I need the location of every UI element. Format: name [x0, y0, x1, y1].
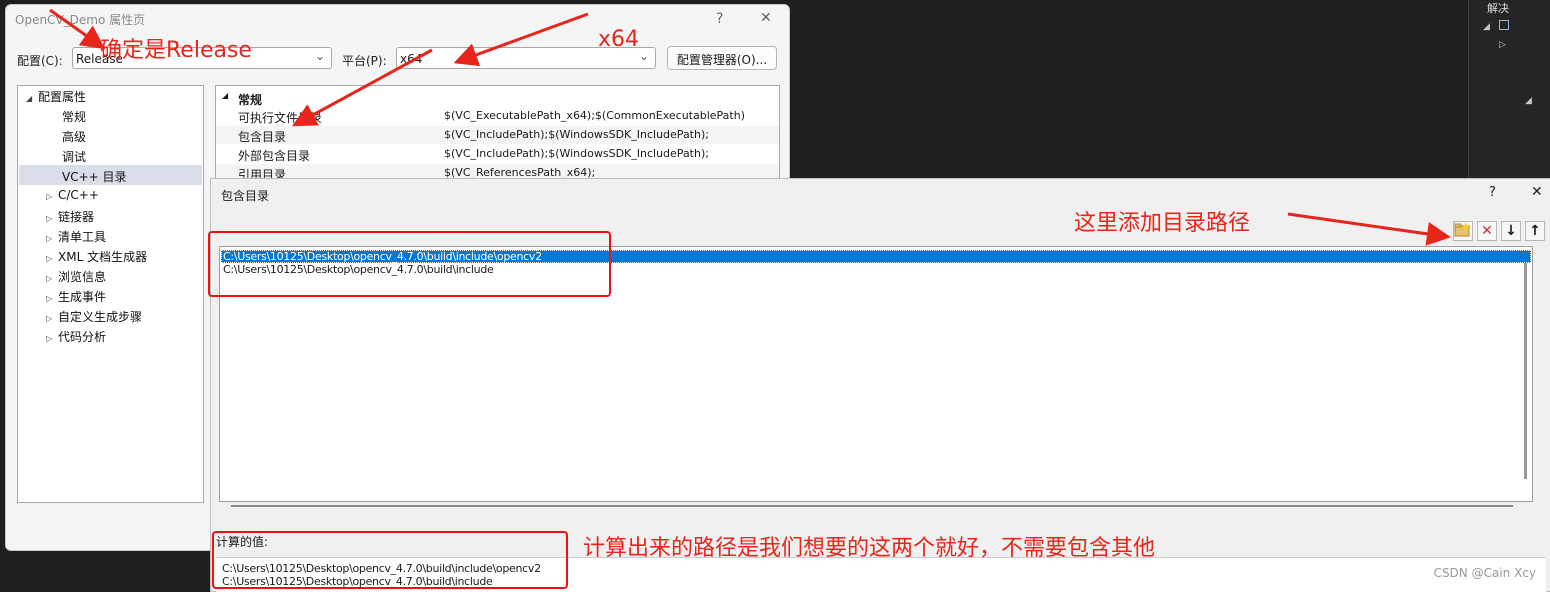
watermark: CSDN @Cain Xcy: [1433, 566, 1536, 580]
annotation-arrows: [49, 8, 1451, 246]
arrow-to-add-button: [1287, 212, 1451, 246]
arrow-to-config: [49, 8, 106, 50]
arrow-to-include-row: [292, 48, 433, 127]
arrow-to-platform: [453, 12, 589, 67]
